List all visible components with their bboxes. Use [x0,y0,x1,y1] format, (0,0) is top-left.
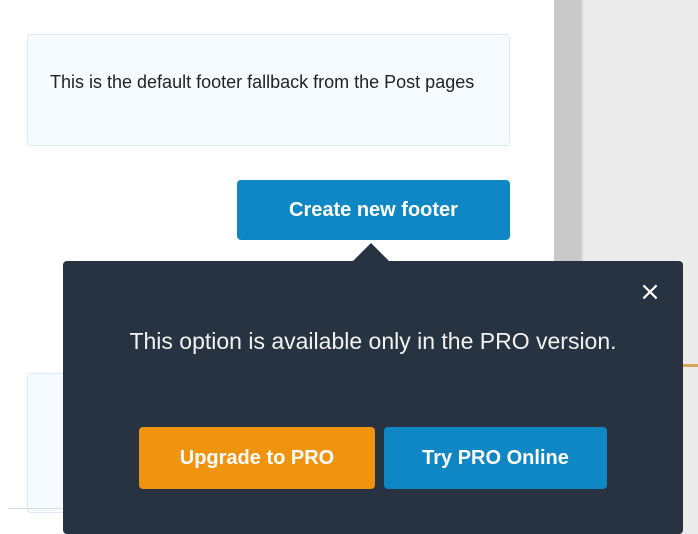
footer-option-box [27,373,67,513]
divider [8,508,64,509]
popover-arrow [353,243,389,261]
pro-message: This option is available only in the PRO… [129,328,617,354]
pro-popover: × This option is available only in the P… [63,243,683,534]
create-new-footer-button[interactable]: Create new footer [237,180,510,240]
close-icon[interactable]: × [635,277,665,307]
upgrade-to-pro-button[interactable]: Upgrade to PRO [139,427,375,489]
footer-fallback-notice: This is the default footer fallback from… [27,34,510,146]
footer-fallback-text: This is the default footer fallback from… [50,72,475,92]
try-pro-online-button[interactable]: Try PRO Online [384,427,607,489]
